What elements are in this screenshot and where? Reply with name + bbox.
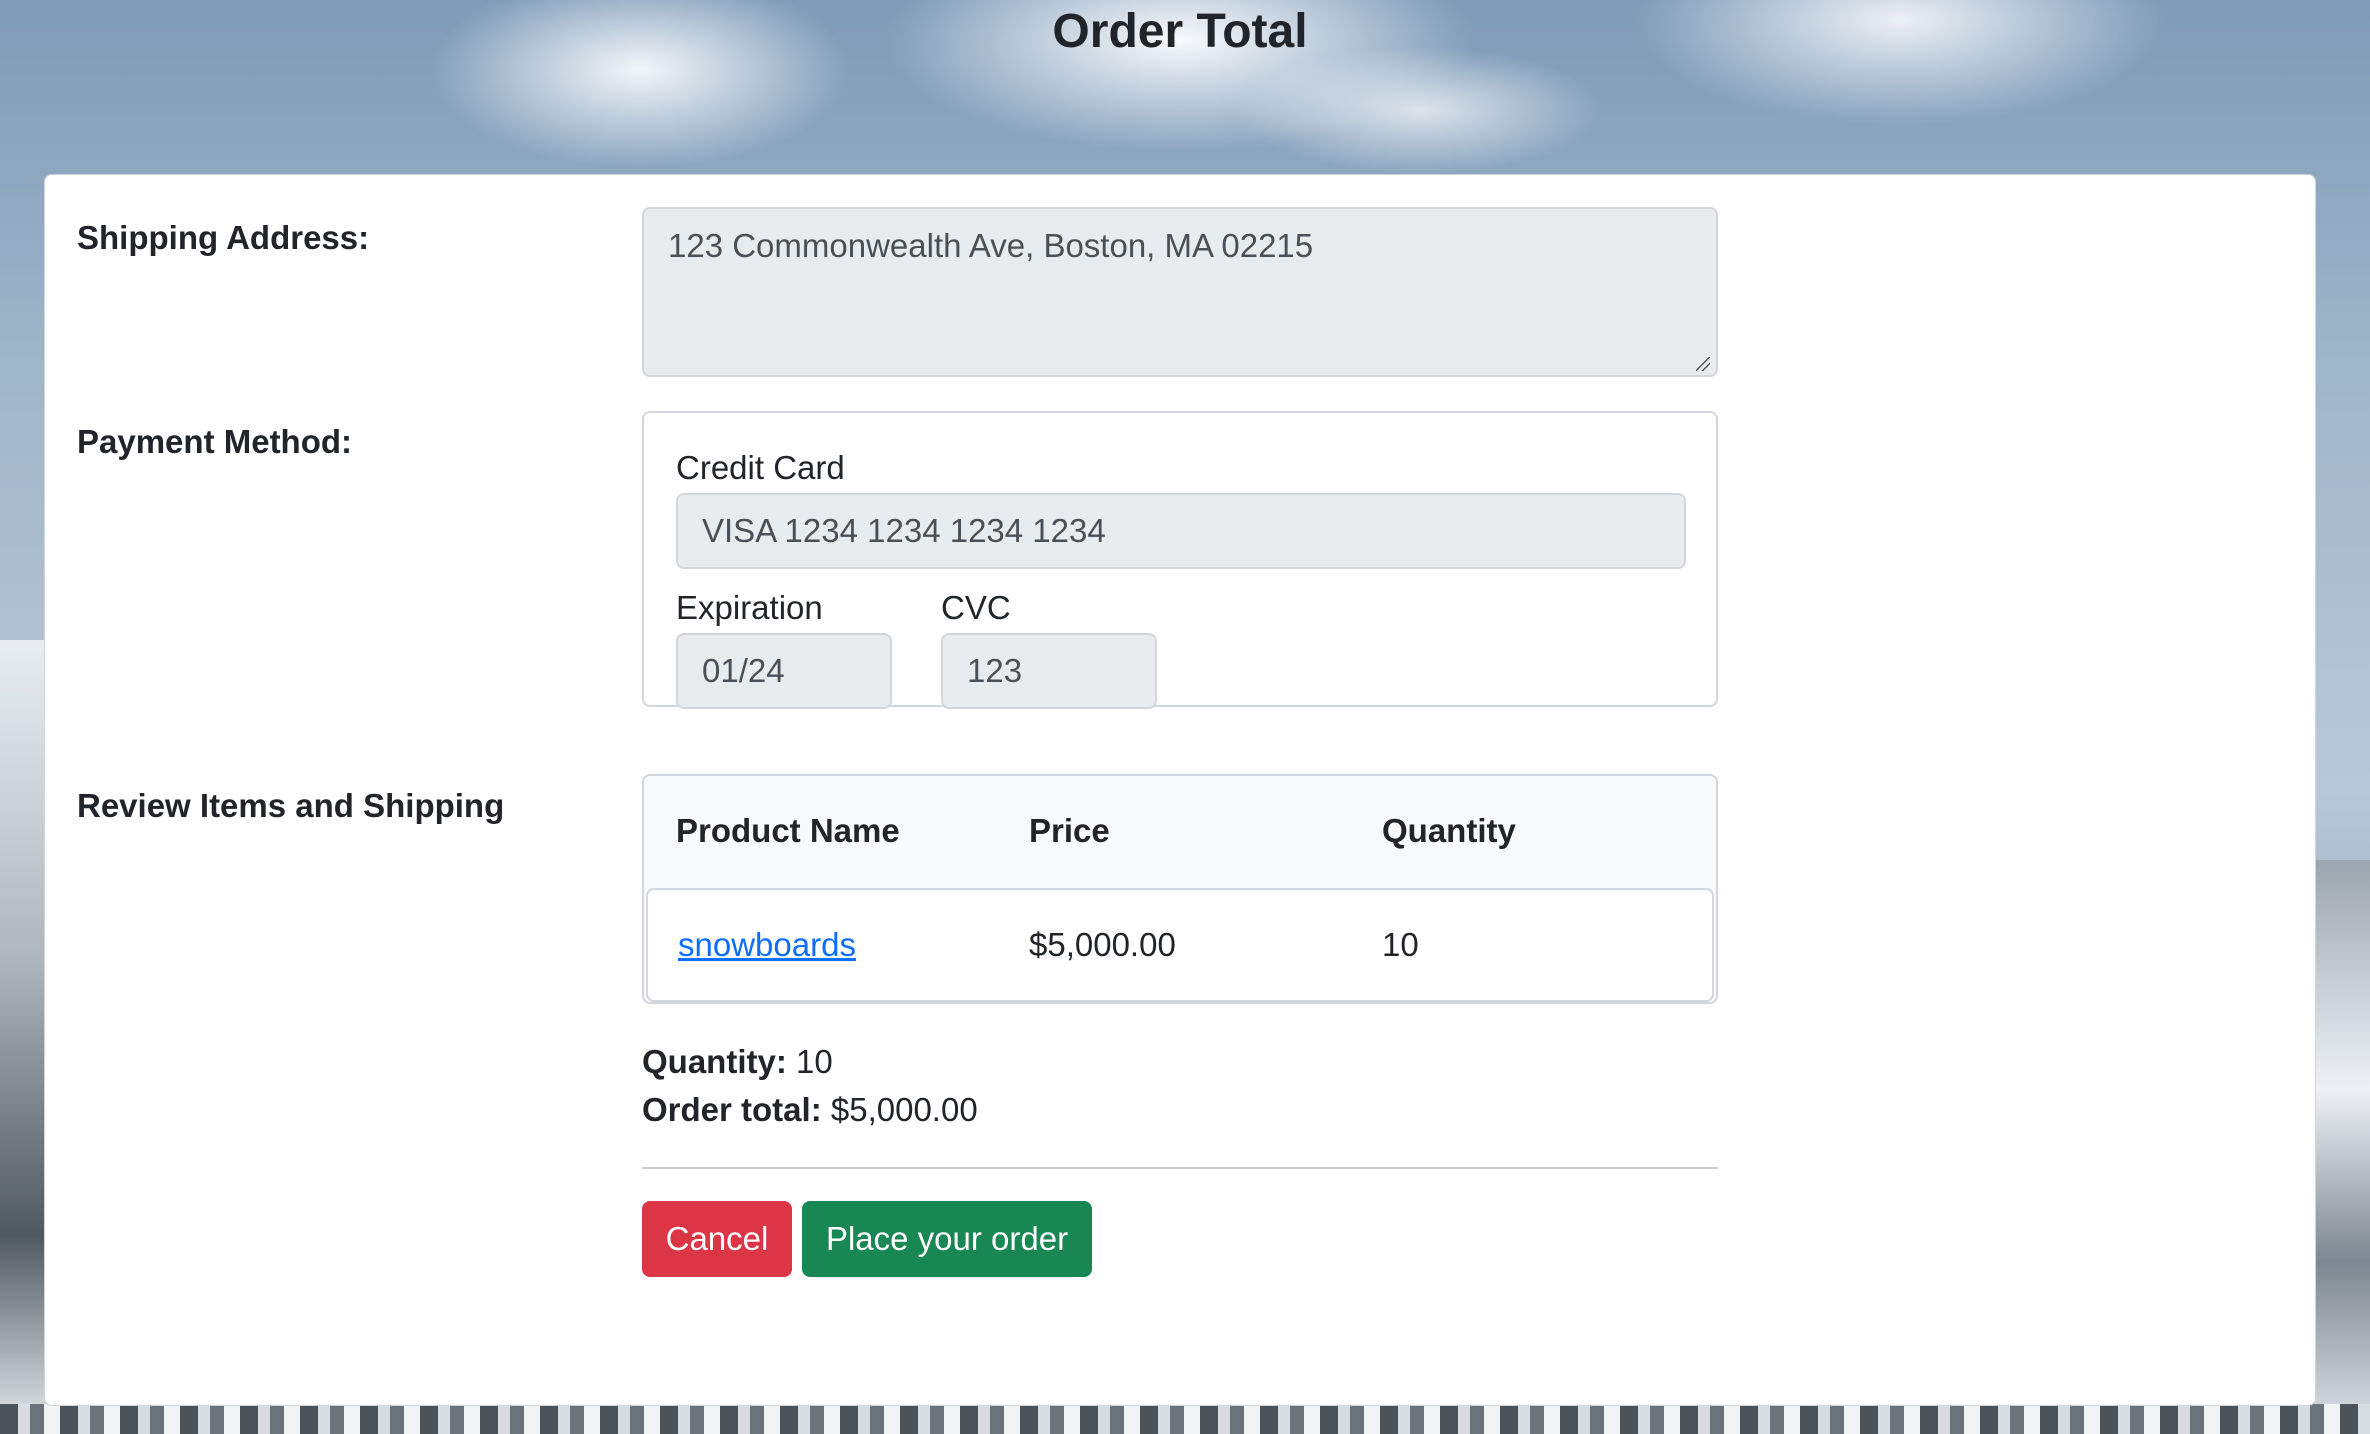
- cvc-value: 123: [967, 652, 1023, 689]
- table-row: snowboards $5,000.00 10: [646, 888, 1714, 1002]
- shipping-address-textarea[interactable]: 123 Commonwealth Ave, Boston, MA 02215: [642, 207, 1718, 377]
- cvc-label: CVC: [941, 589, 1011, 626]
- cancel-button[interactable]: Cancel: [642, 1201, 792, 1277]
- expiration-label: Expiration: [676, 589, 823, 626]
- payment-method-label: Payment Method:: [77, 423, 353, 460]
- shipping-address-value: 123 Commonwealth Ave, Boston, MA 02215: [668, 227, 1314, 264]
- background-mountain-right: [2310, 860, 2370, 1434]
- shipping-address-label: Shipping Address:: [77, 219, 370, 256]
- order-card: Shipping Address: 123 Commonwealth Ave, …: [44, 174, 2316, 1406]
- page-title: Order Total: [1052, 5, 1308, 58]
- summary-order-total: Order total: $5,000.00: [642, 1091, 978, 1129]
- order-total-label: Order total:: [642, 1091, 822, 1128]
- summary-quantity-value: 10: [796, 1043, 833, 1080]
- column-header-price: Price: [1029, 812, 1110, 849]
- table-header-row: Product Name Price Quantity: [644, 776, 1716, 890]
- order-total-value: $5,000.00: [830, 1091, 978, 1128]
- place-order-button[interactable]: Place your order: [802, 1201, 1092, 1277]
- column-header-quantity: Quantity: [1382, 812, 1516, 849]
- divider: [642, 1167, 1718, 1169]
- product-price: $5,000.00: [1029, 926, 1176, 963]
- expiration-field[interactable]: 01/24: [676, 633, 892, 709]
- cvc-field[interactable]: 123: [941, 633, 1157, 709]
- credit-card-label: Credit Card: [676, 449, 845, 486]
- resize-grip-icon[interactable]: [1696, 357, 1710, 371]
- payment-method-box: Credit Card VISA 1234 1234 1234 1234 Exp…: [642, 411, 1718, 709]
- background-snow-ridge: [0, 1404, 2370, 1434]
- credit-card-value: VISA 1234 1234 1234 1234: [702, 512, 1106, 549]
- expiration-value: 01/24: [702, 652, 785, 689]
- items-table: Product Name Price Quantity snowboards $…: [642, 774, 1718, 1004]
- product-link[interactable]: snowboards: [678, 926, 856, 963]
- review-items-label: Review Items and Shipping: [77, 787, 505, 824]
- credit-card-field[interactable]: VISA 1234 1234 1234 1234: [676, 493, 1686, 569]
- product-quantity: 10: [1382, 926, 1419, 963]
- summary-quantity: Quantity: 10: [642, 1043, 833, 1081]
- column-header-product-name: Product Name: [676, 812, 900, 849]
- summary-quantity-label: Quantity:: [642, 1043, 787, 1080]
